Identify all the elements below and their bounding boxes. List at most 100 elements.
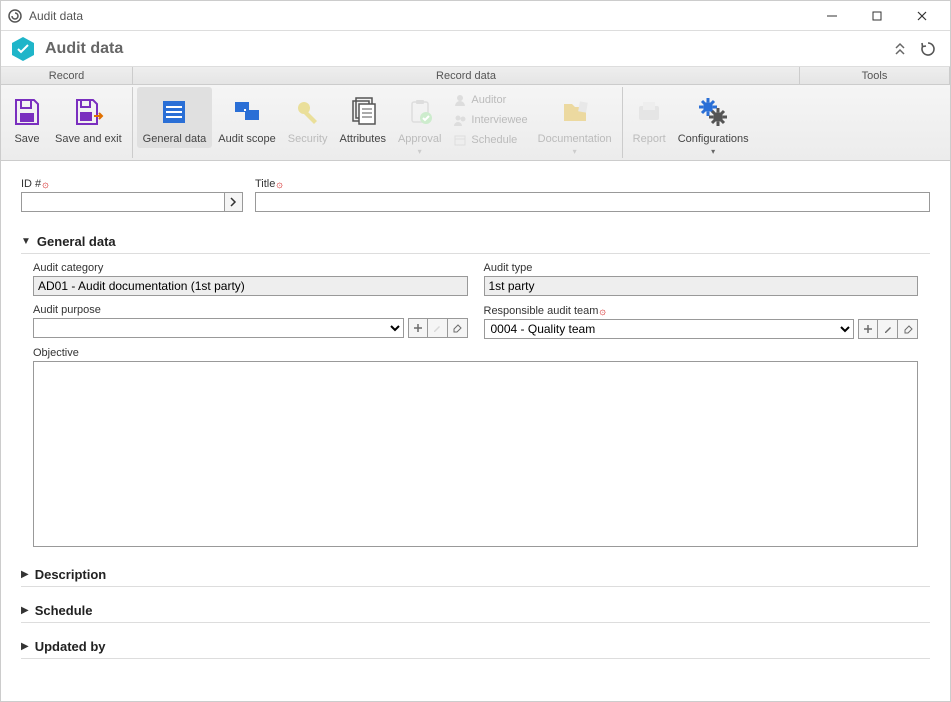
section-header-updated-by[interactable]: ▶ Updated by bbox=[21, 635, 930, 659]
required-icon: ۞ bbox=[599, 305, 605, 317]
security-button: Security bbox=[282, 87, 334, 148]
ribbon-group-tools: Report Configurations ▾ bbox=[623, 87, 759, 158]
ribbon-tab-record-data: Record data bbox=[133, 67, 800, 84]
close-button[interactable] bbox=[899, 2, 944, 30]
schedule-icon bbox=[451, 133, 469, 147]
audit-scope-button[interactable]: Audit scope bbox=[212, 87, 281, 148]
app-icon bbox=[7, 8, 23, 24]
configurations-icon bbox=[697, 91, 729, 133]
general-data-icon bbox=[158, 91, 190, 133]
section-updated-by: ▶ Updated by bbox=[21, 635, 930, 659]
attributes-icon bbox=[347, 91, 379, 133]
collapse-icon: ▶ bbox=[21, 641, 29, 652]
refresh-button[interactable] bbox=[914, 35, 942, 63]
attributes-label: Attributes bbox=[340, 133, 386, 146]
save-and-exit-button[interactable]: Save and exit bbox=[49, 87, 128, 148]
section-title: Updated by bbox=[35, 639, 106, 654]
schedule-ribbon-label: Schedule bbox=[471, 134, 517, 146]
collapse-ribbon-button[interactable] bbox=[886, 35, 914, 63]
required-icon: ۞ bbox=[42, 178, 48, 190]
ribbon-tabs: Record Record data Tools bbox=[1, 67, 950, 85]
window-controls bbox=[809, 2, 944, 30]
expand-icon: ▼ bbox=[21, 236, 31, 247]
section-title: General data bbox=[37, 234, 116, 249]
edit-purpose-button[interactable] bbox=[428, 318, 448, 338]
section-schedule: ▶ Schedule bbox=[21, 599, 930, 623]
documentation-label: Documentation bbox=[538, 133, 612, 146]
ribbon-tab-record: Record bbox=[1, 67, 133, 84]
section-body-general-data: Audit category Audit type Audit purpose bbox=[21, 254, 930, 551]
objective-label: Objective bbox=[33, 347, 918, 359]
window-title: Audit data bbox=[29, 9, 809, 23]
ribbon-tab-tools: Tools bbox=[800, 67, 950, 84]
chevron-right-icon bbox=[229, 197, 237, 207]
approval-button: Approval ▾ bbox=[392, 87, 447, 158]
audit-category-label: Audit category bbox=[33, 262, 468, 274]
page-header: Audit data bbox=[1, 31, 950, 67]
ribbon-group-record: Save Save and exit bbox=[1, 87, 133, 158]
save-icon bbox=[11, 91, 43, 133]
ribbon: Save Save and exit General data Audit sc… bbox=[1, 85, 950, 161]
audit-scope-icon bbox=[231, 91, 263, 133]
general-data-button[interactable]: General data bbox=[137, 87, 213, 148]
add-purpose-button[interactable] bbox=[408, 318, 428, 338]
section-description: ▶ Description bbox=[21, 563, 930, 587]
report-icon bbox=[633, 91, 665, 133]
edit-team-button[interactable] bbox=[878, 319, 898, 339]
add-team-button[interactable] bbox=[858, 319, 878, 339]
id-input[interactable] bbox=[21, 192, 225, 212]
module-icon bbox=[9, 35, 37, 63]
report-label: Report bbox=[633, 133, 666, 146]
section-title: Schedule bbox=[35, 603, 93, 618]
audit-purpose-label: Audit purpose bbox=[33, 304, 468, 316]
responsible-team-field: Responsible audit team۞ 0004 - Quality t… bbox=[484, 304, 919, 339]
eraser-icon bbox=[452, 323, 462, 333]
approval-label: Approval bbox=[398, 133, 441, 146]
audit-type-label: Audit type bbox=[484, 262, 919, 274]
chevron-down-icon: ▾ bbox=[418, 147, 422, 156]
clear-purpose-button[interactable] bbox=[448, 318, 468, 338]
objective-field: Objective bbox=[33, 347, 918, 547]
id-field: ID #۞ bbox=[21, 177, 243, 212]
collapse-icon: ▶ bbox=[21, 605, 29, 616]
auditor-button: Auditor bbox=[451, 90, 527, 110]
save-exit-icon bbox=[72, 91, 104, 133]
section-title: Description bbox=[35, 567, 107, 582]
top-row: ID #۞ Title۞ bbox=[21, 177, 930, 212]
save-exit-label: Save and exit bbox=[55, 133, 122, 146]
audit-type-input bbox=[484, 276, 919, 296]
objective-textarea[interactable] bbox=[33, 361, 918, 547]
section-header-description[interactable]: ▶ Description bbox=[21, 563, 930, 587]
save-button[interactable]: Save bbox=[5, 87, 49, 148]
id-lookup-button[interactable] bbox=[225, 192, 243, 212]
titlebar: Audit data bbox=[1, 1, 950, 31]
audit-purpose-select[interactable] bbox=[33, 318, 404, 338]
documentation-button: Documentation ▾ bbox=[532, 87, 618, 158]
collapse-icon: ▶ bbox=[21, 569, 29, 580]
interviewee-label: Interviewee bbox=[471, 114, 527, 126]
maximize-button[interactable] bbox=[854, 2, 899, 30]
clear-team-button[interactable] bbox=[898, 319, 918, 339]
page-title: Audit data bbox=[45, 40, 886, 58]
minimize-button[interactable] bbox=[809, 2, 854, 30]
interviewee-icon bbox=[451, 113, 469, 127]
title-field: Title۞ bbox=[255, 177, 930, 212]
audit-scope-label: Audit scope bbox=[218, 133, 275, 146]
configurations-label: Configurations bbox=[678, 133, 749, 146]
responsible-team-select[interactable]: 0004 - Quality team bbox=[484, 319, 855, 339]
title-input[interactable] bbox=[255, 192, 930, 212]
interviewee-button: Interviewee bbox=[451, 110, 527, 130]
responsible-team-label: Responsible audit team۞ bbox=[484, 304, 919, 317]
schedule-button: Schedule bbox=[451, 130, 527, 150]
eraser-icon bbox=[903, 324, 913, 334]
general-data-label: General data bbox=[143, 133, 207, 146]
audit-purpose-field: Audit purpose bbox=[33, 304, 468, 339]
section-header-schedule[interactable]: ▶ Schedule bbox=[21, 599, 930, 623]
audit-category-input bbox=[33, 276, 468, 296]
auditor-icon bbox=[451, 93, 469, 107]
configurations-button[interactable]: Configurations ▾ bbox=[672, 87, 755, 158]
attributes-button[interactable]: Attributes bbox=[334, 87, 392, 148]
auditor-label: Auditor bbox=[471, 94, 506, 106]
chevron-down-icon: ▾ bbox=[573, 147, 577, 156]
section-header-general-data[interactable]: ▼ General data bbox=[21, 230, 930, 254]
